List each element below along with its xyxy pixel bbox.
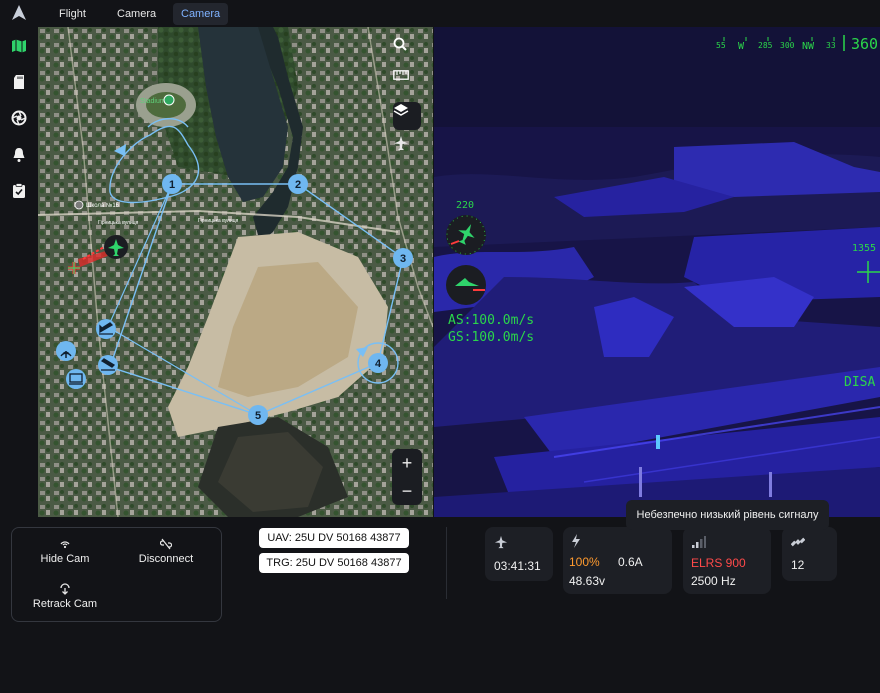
- street-label-a: Гірницька вулиця: [198, 218, 239, 224]
- target-coordinates: TRG: 25U DV 50168 43877: [259, 553, 409, 573]
- flight-time: 03:41:31: [494, 559, 541, 573]
- zoom-in-button[interactable]: +: [392, 449, 422, 477]
- satellites-card: 12: [782, 527, 837, 581]
- groundspeed-readout: GS:100.0m/s: [448, 330, 535, 345]
- aperture-icon[interactable]: [10, 109, 28, 127]
- sidebar: [0, 27, 38, 517]
- airplane-icon: [494, 535, 508, 549]
- link-card: ELRS 900 2500 Hz: [683, 527, 771, 594]
- status-readout: DISA: [844, 375, 876, 390]
- link-name: ELRS 900: [691, 556, 746, 570]
- thermal-image: [434, 27, 880, 517]
- airspeed-readout: AS:100.0m/s: [448, 313, 535, 328]
- attitude-indicator-1: [446, 215, 486, 255]
- satellite-icon: [791, 537, 805, 547]
- satellite-count: 12: [791, 558, 805, 572]
- stadium-label: Stadium: [140, 98, 166, 105]
- tab-camera-active[interactable]: Camera: [173, 3, 229, 25]
- heading-value: 360: [851, 35, 879, 53]
- mission-map[interactable]: Stadium Школа №16 Гірницька вулиця Гірни…: [38, 27, 433, 517]
- signal-warning-tooltip: Небезпечно низький рівень сигналу: [626, 500, 829, 530]
- bottom-panel: Hide Cam Disconnect Retrack Cam UAV: 25U…: [0, 517, 880, 693]
- disconnect-button[interactable]: Disconnect: [116, 538, 216, 565]
- clipboard-check-icon[interactable]: [10, 182, 28, 200]
- zoom-controls: + −: [392, 449, 422, 505]
- ruler-icon[interactable]: [393, 70, 421, 98]
- lightning-icon: [572, 534, 580, 548]
- unlink-icon: [160, 538, 172, 550]
- panel-divider: [446, 527, 447, 599]
- retrack-icon: [60, 583, 70, 595]
- airplane-icon[interactable]: [393, 135, 421, 163]
- battery-percent: 100%: [569, 555, 600, 569]
- street-label-b: Гірницька вулиця: [98, 220, 139, 226]
- map-icon[interactable]: [10, 37, 28, 55]
- flight-time-card: 03:41:31: [485, 527, 553, 581]
- tab-flight[interactable]: Flight: [51, 3, 94, 25]
- app-logo-icon: [12, 5, 26, 20]
- layers-icon[interactable]: [393, 102, 421, 130]
- hide-cam-label: Hide Cam: [40, 553, 90, 565]
- signal-bars-icon: [692, 536, 706, 548]
- pitch-value: 220: [456, 200, 475, 211]
- altitude-readout: 1355: [852, 243, 877, 254]
- uav-coordinates: UAV: 25U DV 50168 43877: [259, 528, 409, 548]
- retrack-cam-label: Retrack Cam: [32, 598, 98, 610]
- zoom-out-button[interactable]: −: [392, 477, 422, 505]
- school-label: Школа №16: [86, 202, 120, 209]
- top-bar: Flight Camera Camera: [0, 0, 880, 27]
- bell-icon[interactable]: [10, 146, 28, 164]
- disconnect-label: Disconnect: [138, 553, 194, 565]
- map-imagery: Stadium Школа №16 Гірницька вулиця Гірни…: [38, 27, 433, 517]
- search-icon[interactable]: [393, 37, 421, 65]
- battery-voltage: 48.63v: [569, 574, 606, 588]
- sd-card-icon[interactable]: [10, 73, 28, 91]
- battery-card: 100% 0.6A 48.63v: [563, 527, 672, 594]
- crosshair-icon: [857, 261, 880, 283]
- hide-cam-button[interactable]: Hide Cam: [15, 538, 115, 565]
- retrack-cam-button[interactable]: Retrack Cam: [15, 583, 115, 610]
- camera-feed[interactable]: 55 W 285 300 NW 33 360 220 45 AS:100.0m/…: [434, 27, 880, 517]
- signal-icon: [60, 541, 70, 549]
- battery-current: 0.6A: [618, 555, 643, 569]
- link-rate: 2500 Hz: [691, 574, 736, 588]
- attitude-indicator-2: [446, 265, 486, 305]
- camera-controls: Hide Cam Disconnect Retrack Cam: [11, 527, 222, 622]
- tab-camera[interactable]: Camera: [109, 3, 164, 25]
